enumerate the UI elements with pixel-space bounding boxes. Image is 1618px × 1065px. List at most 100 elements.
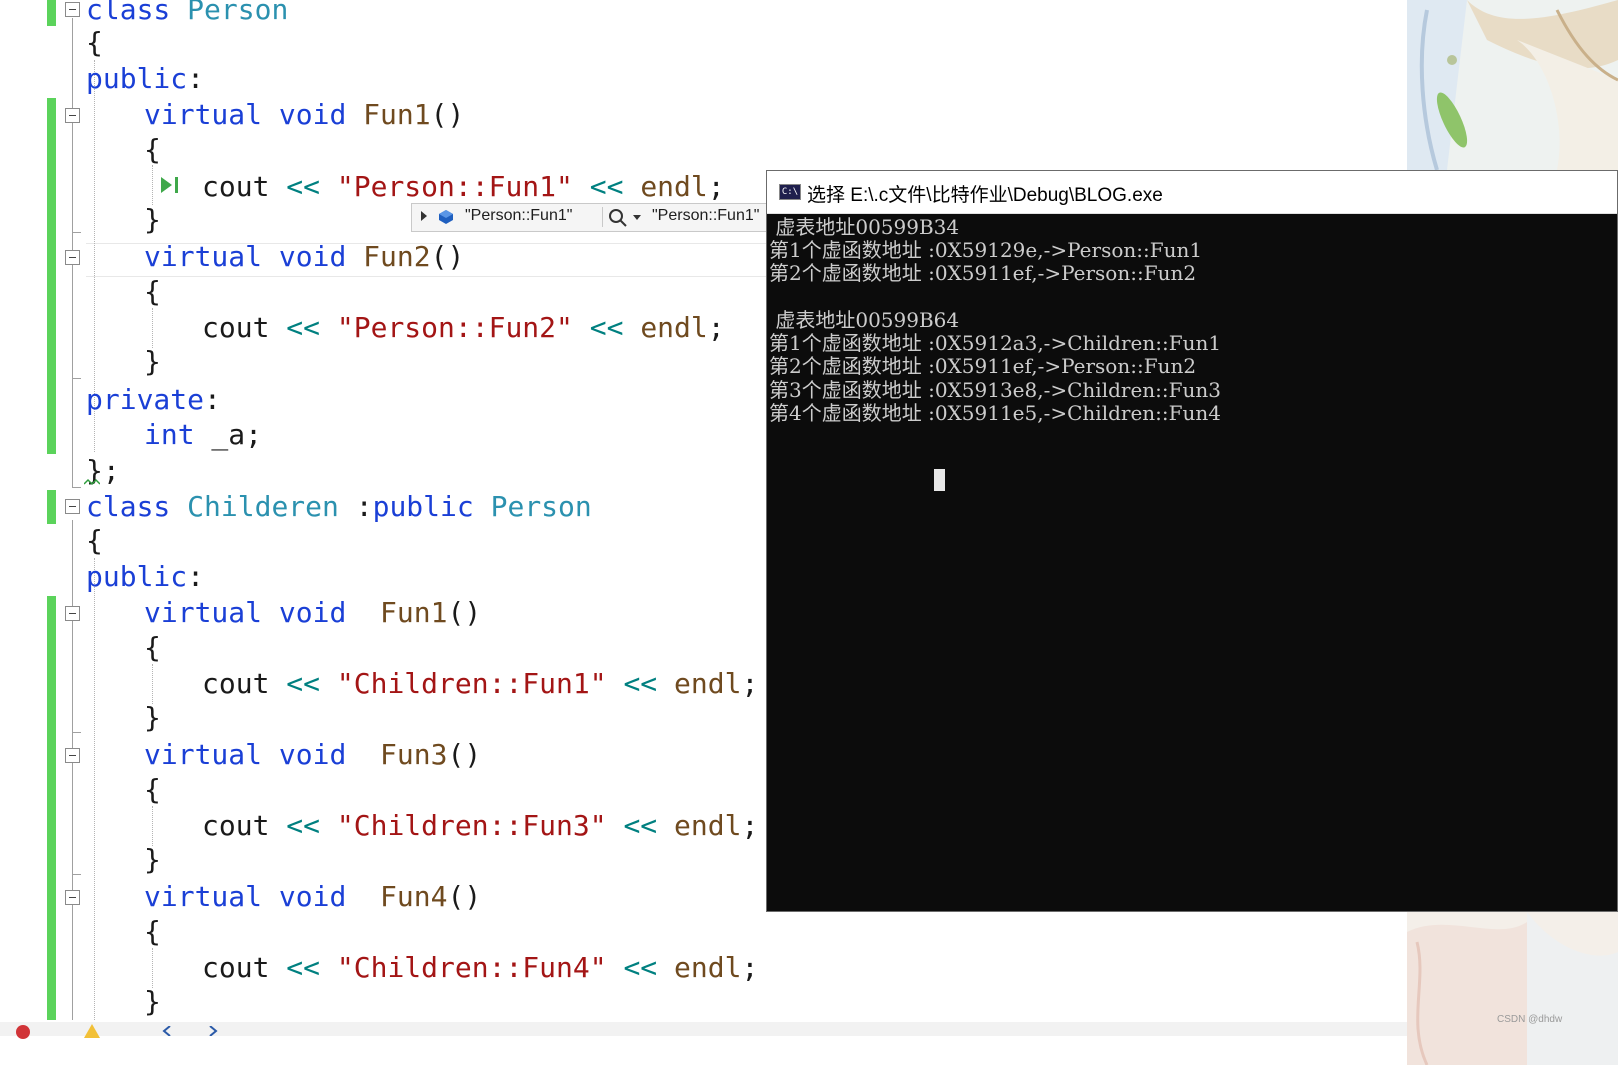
code-token: void [278,596,347,629]
collapse-class-childeren-button[interactable] [65,499,80,514]
collapse-fun2-button[interactable] [65,250,80,265]
code-token: : [187,560,205,593]
code-token: _a; [194,418,263,451]
code-token: Person [490,490,592,523]
indent-guide [94,558,95,1020]
code-line: cout << "Children::Fun3" << endl; [202,809,758,843]
code-token: endl [640,170,708,203]
code-token: () [447,596,482,629]
console-app-icon: C:\ [779,184,801,200]
code-line: int _a; [144,418,262,452]
collapse-children-fun4-button[interactable] [65,890,80,905]
warning-icon[interactable] [84,1024,100,1038]
fold-outline [72,378,81,379]
watermark: CSDN @dhdw [1497,1014,1563,1025]
code-line: { [144,133,161,167]
code-token: cout [202,667,287,700]
fold-outline [72,874,81,875]
code-token: Fun1 [380,596,448,629]
collapse-children-fun1-button[interactable] [65,606,80,621]
collapse-fun1-button[interactable] [65,108,80,123]
magnifier-icon[interactable] [608,208,628,228]
console-title: 选择 E:\.c文件\比特作业\Debug\BLOG.exe [807,185,1163,206]
code-token: "Person::Fun2" [336,311,573,344]
code-line: } [144,985,161,1019]
object-cube-icon [439,210,453,224]
nav-forward-icon[interactable] [206,1026,220,1036]
console-line: 第2个虚函数地址 :0X5911ef,->Person::Fun2 [769,354,1197,378]
visualizer-dropdown-icon[interactable] [633,215,641,220]
code-token: } [144,843,161,876]
code-token: { [144,631,161,664]
code-line: class Childeren :public Person [86,490,592,524]
code-line: virtual void Fun2() [144,240,464,274]
code-token: void [278,880,347,913]
code-token: << [286,170,321,203]
code-token: << [623,667,658,700]
change-bar [47,490,56,524]
code-token: "Person::Fun1" [336,170,573,203]
debugger-datatip[interactable]: "Person::Fun1" "Person::Fun1" [411,203,798,232]
code-token: } [144,985,161,1018]
code-line: virtual void Fun1() [144,98,464,132]
console-titlebar[interactable]: C:\ 选择 E:\.c文件\比特作业\Debug\BLOG.exe [767,171,1617,214]
indent-guide [152,664,153,704]
desktop-wallpaper [1407,912,1618,1065]
datatip-expression: "Person::Fun1" [465,207,573,224]
collapse-children-fun3-button[interactable] [65,748,80,763]
error-icon[interactable] [16,1025,30,1039]
code-token: << [286,311,321,344]
code-token: ; [741,809,759,842]
console-line: 第4个虚函数地址 :0X5911e5,->Children::Fun4 [769,401,1222,425]
code-token: Fun2 [363,240,431,273]
code-token: : [187,62,205,95]
code-line: virtual void Fun4() [144,880,481,914]
code-token: : [338,490,373,523]
code-token: () [447,738,482,771]
code-token: public [372,490,474,523]
code-token: class [86,0,171,26]
change-bar [47,0,56,26]
code-token: { [144,275,161,308]
code-token: Person [187,0,289,26]
code-line: private: [86,383,221,417]
code-token: public [86,560,188,593]
console-window[interactable]: C:\ 选择 E:\.c文件\比特作业\Debug\BLOG.exe 虚表地址0… [766,170,1618,912]
code-line: { [86,26,103,60]
code-token: Fun4 [380,880,448,913]
indent-guide [152,308,153,348]
expand-arrow-icon[interactable] [421,211,427,221]
code-token: virtual [144,880,263,913]
code-token: "Children::Fun3" [336,809,607,842]
code-token: ; [707,311,725,344]
code-token: << [286,809,321,842]
code-token: Fun1 [363,98,431,131]
nav-back-icon[interactable] [160,1026,174,1036]
code-token: << [286,951,321,984]
code-token: cout [202,809,287,842]
code-token: { [144,133,161,166]
code-line: { [86,524,103,558]
warning-squiggle-icon [84,478,100,486]
text-cursor [934,469,945,491]
code-token: class [86,490,171,523]
console-line: 虚表地址00599B34 [769,215,960,239]
code-token: << [589,311,624,344]
console-output[interactable]: 虚表地址00599B34 第1个虚函数地址 :0X59129e,->Person… [769,214,1617,911]
collapse-class-person-button[interactable] [65,2,80,17]
code-token: Childeren [187,490,339,523]
